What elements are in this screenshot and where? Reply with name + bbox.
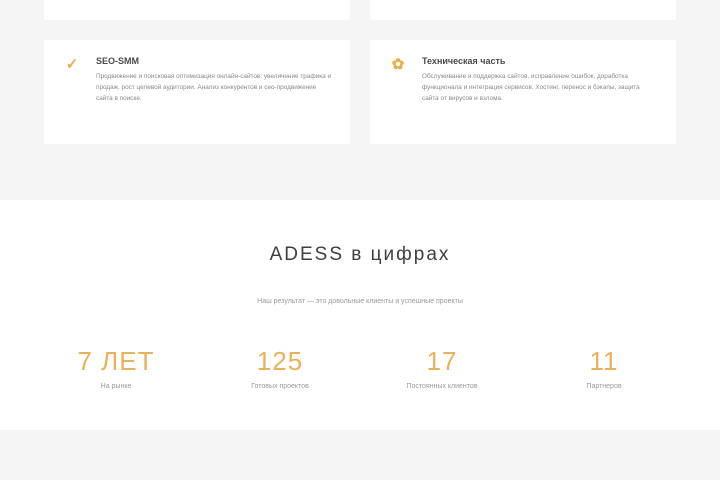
stats-subtitle: Наш результат — это довольные клиенты и … (257, 298, 463, 305)
stat-label: Готовых проектов (251, 383, 309, 390)
stat-label: Партнеров (586, 383, 622, 390)
stat-value: 11 (589, 346, 619, 376)
stat-partners: 11 Партнеров (524, 346, 684, 390)
next-section-edge (0, 430, 720, 480)
stat-label: Постоянных клиентов (406, 383, 478, 390)
stat-value: 17 (426, 346, 458, 376)
service-card-text: Обслуживание и поддержка сайтов, исправл… (422, 73, 640, 102)
stats-section: ADESS в цифрах Наш результат — это довол… (0, 200, 720, 430)
tools-icon: ✿ (391, 56, 405, 73)
service-card-partial (370, 0, 676, 20)
service-card-title: SEO-SMM (96, 56, 140, 66)
service-card-text: Продвижение и поисковая оптимизация онла… (96, 73, 332, 102)
stat-years: 7 ЛЕТ На рынке (36, 346, 196, 390)
page: ✓ SEO-SMM Продвижение и поисковая оптими… (0, 0, 720, 480)
services-section: ✓ SEO-SMM Продвижение и поисковая оптими… (0, 0, 720, 200)
stats-title: ADESS в цифрах (269, 244, 451, 265)
service-card-partial (44, 0, 350, 20)
chart-check-icon: ✓ (65, 56, 79, 73)
service-card-tech[interactable]: ✿ Техническая часть Обслуживание и подде… (370, 40, 676, 144)
stat-value: 7 ЛЕТ (77, 346, 155, 376)
stat-projects: 125 Готовых проектов (200, 346, 360, 390)
service-card-title: Техническая часть (422, 56, 506, 66)
stat-clients: 17 Постоянных клиентов (362, 346, 522, 390)
stat-value: 125 (256, 346, 304, 376)
service-card-seo[interactable]: ✓ SEO-SMM Продвижение и поисковая оптими… (44, 40, 350, 144)
stat-label: На рынке (100, 383, 132, 390)
